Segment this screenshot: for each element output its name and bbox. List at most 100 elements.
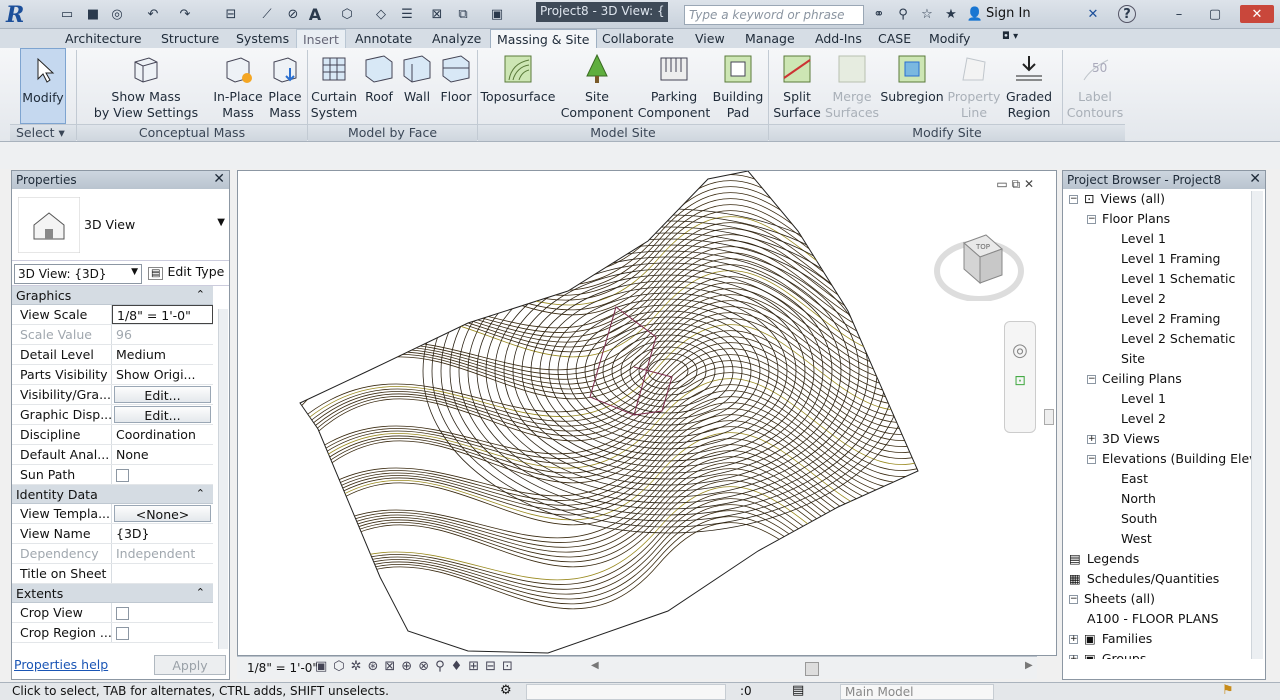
property-group-header[interactable]: Graphics ⌃	[12, 286, 213, 305]
workset-dropdown[interactable]	[526, 684, 726, 700]
customize-icon[interactable]: ▣	[488, 5, 506, 23]
property-value[interactable]	[112, 564, 213, 583]
restore-icon[interactable]: ▢	[1206, 5, 1224, 23]
floor-button[interactable]: Floor	[436, 48, 476, 126]
browser-item[interactable]: − Sheets (all)	[1069, 589, 1251, 609]
exchange-icon[interactable]: ✕	[1084, 5, 1102, 23]
browser-item[interactable]: Site	[1069, 349, 1251, 369]
label-contours-button[interactable]: 50 Label Contours	[1066, 48, 1124, 126]
scroll-right-icon[interactable]: ▶	[1025, 660, 1033, 671]
property-group-header[interactable]: Identity Data ⌃	[12, 485, 213, 504]
close-icon[interactable]: ✕	[1240, 5, 1274, 23]
steering-wheel-icon[interactable]: ◎	[1005, 340, 1035, 361]
checkbox[interactable]	[116, 607, 129, 620]
browser-item[interactable]: North	[1069, 489, 1251, 509]
graded-region-button[interactable]: Graded Region	[1002, 48, 1056, 126]
property-value[interactable]: <None>	[114, 505, 211, 522]
close-icon[interactable]: ✕	[1249, 171, 1261, 187]
properties-help-link[interactable]: Properties help	[14, 657, 108, 672]
sync-icon[interactable]: ◎	[108, 5, 126, 23]
measure-icon[interactable]: ⊟	[222, 5, 240, 23]
search-input[interactable]: Type a keyword or phrase	[684, 5, 864, 25]
switch-windows-icon[interactable]: ⧉	[454, 5, 472, 23]
browser-scrollbar[interactable]	[1251, 191, 1263, 659]
property-group-header[interactable]: Extents ⌃	[12, 584, 213, 603]
roof-button[interactable]: Roof	[360, 48, 398, 126]
modify-button[interactable]: Modify	[20, 48, 66, 124]
view-scale[interactable]: 1/8" = 1'-0"	[247, 661, 318, 675]
worksets-icon[interactable]: ⚙	[500, 683, 512, 698]
browser-item[interactable]: − ⊡ Views (all)	[1069, 189, 1251, 209]
browser-item[interactable]: South	[1069, 509, 1251, 529]
tab-annotate[interactable]: Annotate	[349, 29, 418, 48]
tab-structure[interactable]: Structure	[155, 29, 225, 48]
collapse-icon[interactable]: ⌃	[196, 586, 205, 599]
tab-modify[interactable]: Modify	[923, 29, 976, 48]
property-value[interactable]: 1/8" = 1'-0"	[112, 305, 213, 324]
3d-view-icon[interactable]: ⬡	[338, 5, 356, 23]
horizontal-scroll-thumb[interactable]	[805, 662, 819, 676]
minimize-icon[interactable]: –	[1170, 5, 1188, 23]
property-value[interactable]: 96	[112, 325, 213, 344]
star-icon[interactable]: ★	[942, 5, 960, 23]
browser-item[interactable]: Level 2 Schematic	[1069, 329, 1251, 349]
browser-item[interactable]: + ▣ Groups	[1069, 649, 1251, 659]
checkbox[interactable]	[116, 469, 129, 482]
subregion-button[interactable]: Subregion	[880, 48, 944, 126]
close-hidden-icon[interactable]: ⊠	[428, 5, 446, 23]
browser-item[interactable]: A100 - FLOOR PLANS	[1069, 609, 1251, 629]
expand-icon[interactable]: +	[1069, 635, 1078, 644]
scroll-handle[interactable]	[1044, 409, 1054, 425]
browser-item[interactable]: Level 2	[1069, 409, 1251, 429]
browser-item[interactable]: − Floor Plans	[1069, 209, 1251, 229]
tab-analyze[interactable]: Analyze	[426, 29, 487, 48]
navigation-bar[interactable]: ◎ ⊡	[1004, 321, 1036, 433]
browser-item[interactable]: Level 1	[1069, 229, 1251, 249]
browser-item[interactable]: West	[1069, 529, 1251, 549]
undo-icon[interactable]: ↶	[144, 5, 162, 23]
text-icon[interactable]: A	[306, 5, 324, 24]
tab-insert[interactable]: Insert	[296, 29, 346, 48]
properties-scrollbar[interactable]	[218, 309, 228, 649]
dimension-icon[interactable]: ⟋	[258, 5, 276, 23]
view-selector[interactable]: 3D View: {3D} ▼	[14, 264, 142, 284]
expand-icon[interactable]: +	[1069, 655, 1078, 659]
view-tools-icons[interactable]: ▣⬡✲⊛⊠⊕⊗⚲♦⊞⊟⊡	[315, 659, 519, 674]
tab-systems[interactable]: Systems	[230, 29, 295, 48]
site-component-button[interactable]: Site Component	[560, 48, 634, 126]
3d-view-canvas[interactable]: ▭ ⧉ ✕ TOP ◎ ⊡	[237, 170, 1057, 656]
tab-massing-site[interactable]: Massing & Site	[490, 29, 597, 48]
browser-item[interactable]: − Ceiling Plans	[1069, 369, 1251, 389]
place-mass-button[interactable]: Place Mass	[264, 48, 306, 126]
building-pad-button[interactable]: Building Pad	[713, 48, 763, 126]
tab-add-ins[interactable]: Add-Ins	[809, 29, 868, 48]
view-cube[interactable]: TOP	[934, 231, 1024, 302]
tab-case[interactable]: CASE	[872, 29, 917, 48]
browser-item[interactable]: Level 1	[1069, 389, 1251, 409]
property-value[interactable]: Edit...	[114, 406, 211, 423]
collapse-icon[interactable]: ⌃	[196, 288, 205, 301]
design-option-dropdown[interactable]: Main Model	[840, 684, 994, 700]
browser-item[interactable]: − Elevations (Building Elev	[1069, 449, 1251, 469]
browser-item[interactable]: +3D Views	[1069, 429, 1251, 449]
expand-icon[interactable]: −	[1069, 195, 1078, 204]
edit-type-button[interactable]: ▤ Edit Type	[148, 264, 224, 280]
tab-architecture[interactable]: Architecture	[59, 29, 148, 48]
tag-icon[interactable]: ⊘	[284, 5, 302, 23]
expand-icon[interactable]: −	[1087, 215, 1096, 224]
close-icon[interactable]: ✕	[213, 171, 225, 187]
browser-item[interactable]: Level 2	[1069, 289, 1251, 309]
dropdown-icon[interactable]: ▼	[217, 217, 225, 228]
tab-manage[interactable]: Manage	[739, 29, 801, 48]
panel-select[interactable]: Select ▾	[10, 124, 76, 141]
help-icon[interactable]: ?	[1118, 5, 1136, 23]
browser-item[interactable]: Level 1 Framing	[1069, 249, 1251, 269]
open-icon[interactable]: ▭	[58, 5, 76, 23]
expand-icon[interactable]: −	[1087, 375, 1096, 384]
wall-button[interactable]: Wall	[398, 48, 436, 126]
property-value[interactable]	[112, 623, 213, 642]
expand-icon[interactable]: −	[1087, 455, 1096, 464]
user-icon[interactable]: 👤	[966, 5, 984, 23]
browser-item[interactable]: + ▣ Families	[1069, 629, 1251, 649]
property-value[interactable]: {3D}	[112, 524, 213, 543]
